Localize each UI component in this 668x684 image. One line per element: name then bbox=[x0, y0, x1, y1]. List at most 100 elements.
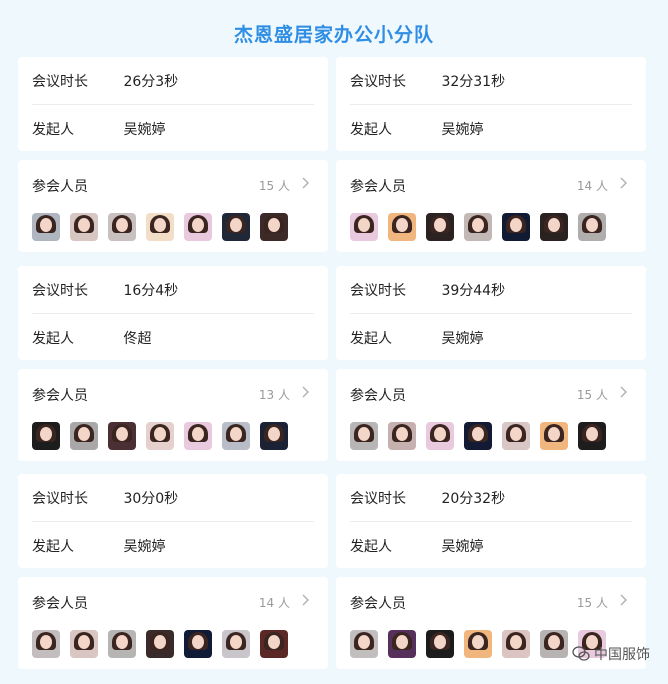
avatar[interactable] bbox=[146, 422, 174, 450]
avatar[interactable] bbox=[32, 422, 60, 450]
duration-label: 会议时长 bbox=[32, 491, 88, 507]
initiator-row: 发起人 吴婉婷 bbox=[350, 536, 483, 556]
chevron-right-icon[interactable] bbox=[298, 385, 312, 399]
initiator-value: 吴婉婷 bbox=[441, 539, 484, 555]
attendees-card[interactable]: 参会人员 15 人 bbox=[336, 369, 646, 461]
avatar[interactable] bbox=[146, 630, 174, 658]
avatar[interactable] bbox=[32, 213, 60, 241]
divider bbox=[32, 104, 314, 105]
meeting-info-card[interactable]: 会议时长 30分0秒 发起人 吴婉婷 bbox=[18, 474, 328, 568]
attendee-count: 14 人 bbox=[258, 596, 290, 610]
avatar-face bbox=[358, 218, 370, 232]
avatar-face bbox=[358, 427, 370, 441]
avatar-face bbox=[434, 635, 446, 649]
duration-label: 会议时长 bbox=[350, 491, 406, 507]
avatar-face bbox=[472, 635, 484, 649]
avatar[interactable] bbox=[578, 422, 606, 450]
avatar-face bbox=[40, 635, 52, 649]
duration-row: 会议时长 32分31秒 bbox=[350, 71, 505, 91]
avatar[interactable] bbox=[464, 213, 492, 241]
meeting-info-card[interactable]: 会议时长 26分3秒 发起人 吴婉婷 bbox=[18, 57, 328, 151]
chevron-right-icon[interactable] bbox=[616, 176, 630, 190]
avatar[interactable] bbox=[70, 630, 98, 658]
avatar[interactable] bbox=[260, 213, 288, 241]
avatar-face bbox=[586, 427, 598, 441]
avatar[interactable] bbox=[32, 630, 60, 658]
avatar[interactable] bbox=[222, 630, 250, 658]
avatar-face bbox=[548, 427, 560, 441]
avatar[interactable] bbox=[222, 422, 250, 450]
avatar[interactable] bbox=[260, 630, 288, 658]
avatar[interactable] bbox=[388, 422, 416, 450]
avatar[interactable] bbox=[184, 213, 212, 241]
avatar[interactable] bbox=[108, 630, 136, 658]
meeting-info-card[interactable]: 会议时长 20分32秒 发起人 吴婉婷 bbox=[336, 474, 646, 568]
attendees-card[interactable]: 参会人员 14 人 bbox=[336, 160, 646, 252]
avatar[interactable] bbox=[502, 213, 530, 241]
avatar-face bbox=[510, 218, 522, 232]
attendee-count: 15 人 bbox=[576, 596, 608, 610]
avatar[interactable] bbox=[70, 213, 98, 241]
initiator-value: 吴婉婷 bbox=[123, 539, 166, 555]
initiator-value: 吴婉婷 bbox=[441, 122, 484, 138]
avatar[interactable] bbox=[540, 213, 568, 241]
attendees-label: 参会人员 bbox=[32, 388, 88, 404]
chevron-right-icon[interactable] bbox=[298, 176, 312, 190]
initiator-label: 发起人 bbox=[32, 122, 74, 138]
avatar-face bbox=[434, 427, 446, 441]
duration-label: 会议时长 bbox=[350, 74, 406, 90]
avatar[interactable] bbox=[350, 213, 378, 241]
duration-row: 会议时长 26分3秒 bbox=[32, 71, 178, 91]
avatar[interactable] bbox=[426, 630, 454, 658]
duration-row: 会议时长 30分0秒 bbox=[32, 488, 178, 508]
avatar-face bbox=[154, 635, 166, 649]
avatar[interactable] bbox=[184, 422, 212, 450]
avatar[interactable] bbox=[578, 213, 606, 241]
avatar[interactable] bbox=[426, 422, 454, 450]
chevron-right-icon[interactable] bbox=[616, 593, 630, 607]
meeting-info-card[interactable]: 会议时长 32分31秒 发起人 吴婉婷 bbox=[336, 57, 646, 151]
avatar[interactable] bbox=[184, 630, 212, 658]
avatar[interactable] bbox=[146, 213, 174, 241]
watermark: 中国服饰 bbox=[572, 644, 650, 664]
avatar-face bbox=[78, 427, 90, 441]
avatar-face bbox=[268, 218, 280, 232]
initiator-row: 发起人 吴婉婷 bbox=[350, 328, 483, 348]
avatar[interactable] bbox=[70, 422, 98, 450]
avatar[interactable] bbox=[388, 213, 416, 241]
avatar[interactable] bbox=[426, 213, 454, 241]
initiator-label: 发起人 bbox=[350, 122, 392, 138]
avatar[interactable] bbox=[464, 630, 492, 658]
avatar[interactable] bbox=[260, 422, 288, 450]
divider bbox=[32, 521, 314, 522]
avatar[interactable] bbox=[108, 422, 136, 450]
attendees-card[interactable]: 参会人员 13 人 bbox=[18, 369, 328, 461]
avatar[interactable] bbox=[350, 422, 378, 450]
meeting-info-card[interactable]: 会议时长 39分44秒 发起人 吴婉婷 bbox=[336, 266, 646, 360]
chevron-right-icon[interactable] bbox=[298, 593, 312, 607]
avatar-face bbox=[268, 427, 280, 441]
duration-row: 会议时长 16分4秒 bbox=[32, 280, 178, 300]
attendees-card[interactable]: 参会人员 14 人 bbox=[18, 577, 328, 669]
avatar[interactable] bbox=[108, 213, 136, 241]
avatar-face bbox=[40, 218, 52, 232]
avatar-face bbox=[192, 218, 204, 232]
avatar[interactable] bbox=[388, 630, 416, 658]
avatar[interactable] bbox=[502, 630, 530, 658]
chevron-right-icon[interactable] bbox=[616, 385, 630, 399]
avatar[interactable] bbox=[350, 630, 378, 658]
initiator-value: 佟超 bbox=[123, 331, 152, 347]
attendees-card[interactable]: 参会人员 15 人 bbox=[18, 160, 328, 252]
avatar[interactable] bbox=[222, 213, 250, 241]
attendee-count: 15 人 bbox=[258, 179, 290, 193]
avatar-face bbox=[268, 635, 280, 649]
meeting-info-card[interactable]: 会议时长 16分4秒 发起人 佟超 bbox=[18, 266, 328, 360]
avatar[interactable] bbox=[540, 422, 568, 450]
avatar-face bbox=[116, 218, 128, 232]
avatar[interactable] bbox=[540, 630, 568, 658]
avatar-face bbox=[510, 635, 522, 649]
attendee-count: 15 人 bbox=[576, 388, 608, 402]
avatar[interactable] bbox=[502, 422, 530, 450]
avatar[interactable] bbox=[464, 422, 492, 450]
attendee-count: 13 人 bbox=[258, 388, 290, 402]
